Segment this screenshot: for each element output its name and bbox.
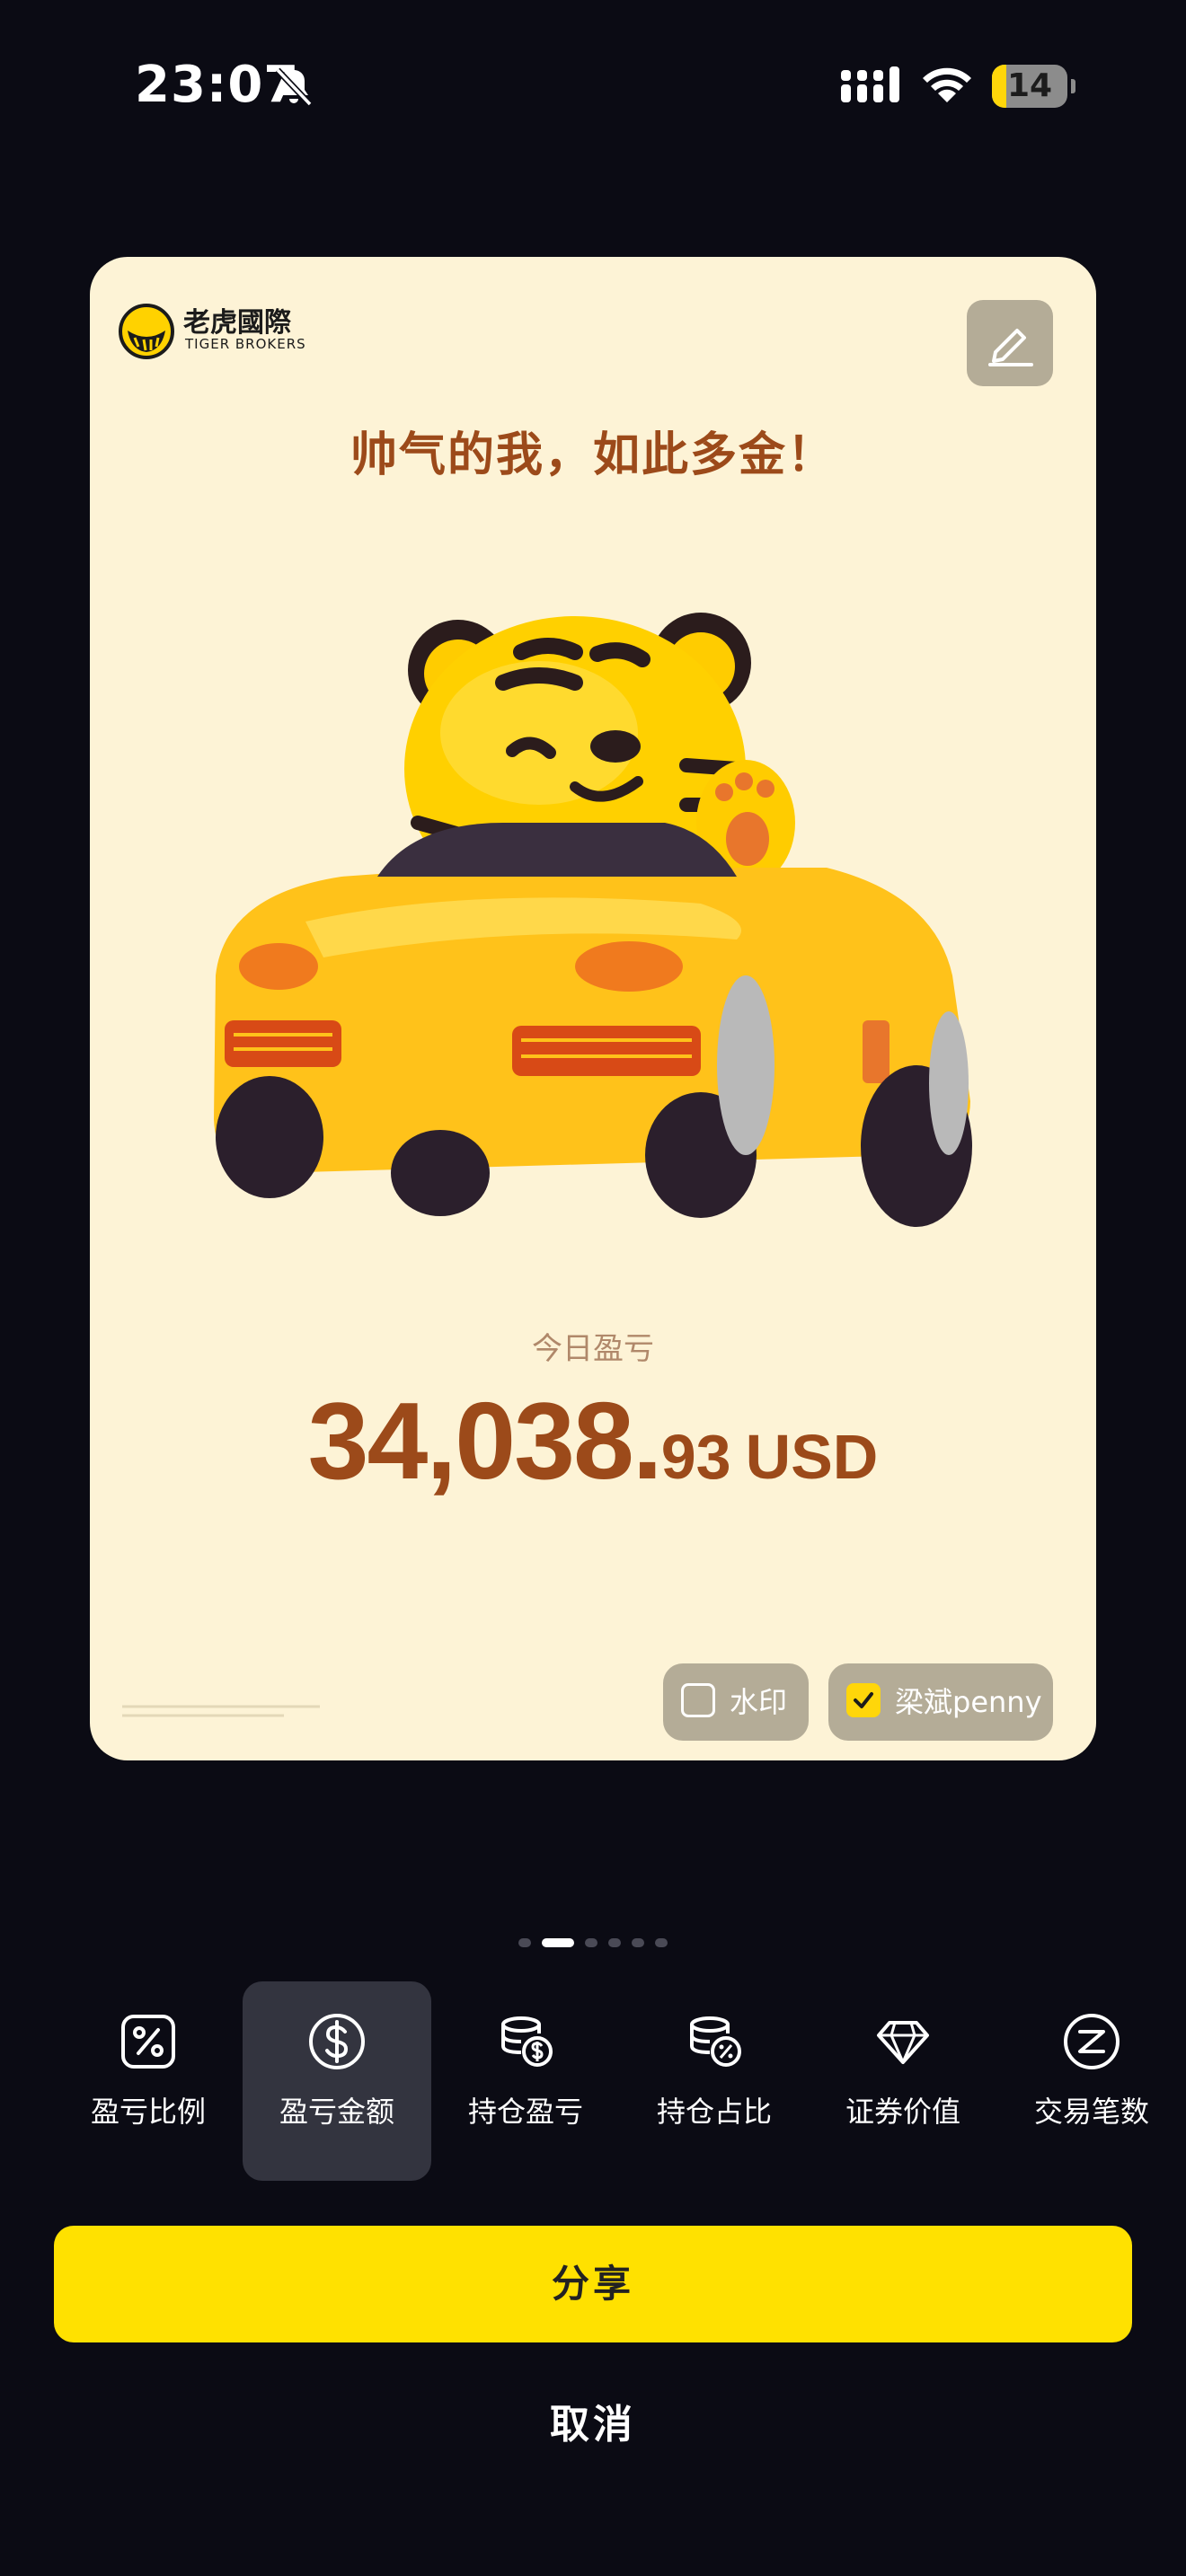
card-headline: 帅气的我，如此多金！: [350, 428, 836, 482]
tab-position-share[interactable]: 持仓占比: [620, 1981, 809, 2181]
tiger-logo-icon: [119, 304, 174, 359]
metric-label: 今日盈亏: [532, 1331, 654, 1367]
checkmark-icon: [854, 1692, 873, 1708]
brand-logo: 老虎國際 TIGER BROKERS: [119, 300, 388, 363]
edit-icon: [988, 329, 1033, 366]
z-circle-icon: [1064, 2014, 1120, 2069]
diamond-icon: [877, 2021, 929, 2064]
page-dot[interactable]: [518, 1937, 531, 1947]
metric-value: 34,038.93 USD: [90, 1378, 1096, 1504]
metric-integer: 34,038.: [307, 1380, 663, 1502]
share-screen: 23:07 14 老虎國際 TIGER BROKERS 帅气的我，如此多金！ 今…: [0, 0, 1186, 2576]
edit-button[interactable]: [967, 300, 1053, 386]
watermark-label: 水印: [730, 1685, 788, 1719]
percent-icon: [121, 2015, 175, 2069]
metric-decimal: 93: [660, 1422, 731, 1492]
decorative-lines: [122, 1705, 320, 1717]
page-dot[interactable]: [655, 1937, 668, 1947]
metric-unit: USD: [745, 1422, 879, 1492]
cancel-button[interactable]: 取消: [413, 2382, 773, 2468]
brand-name: 老虎國際: [183, 307, 291, 339]
signal-icon: [841, 66, 899, 102]
wifi-icon: [923, 67, 971, 102]
tab-position-pnl[interactable]: 持仓盈亏: [431, 1981, 620, 2181]
bell-slash-icon: [275, 67, 313, 107]
category-tabs: 盈亏比例 盈亏金额 持仓盈亏 持仓占比 证券价值 交易笔数: [0, 1981, 1186, 2183]
tab-trade-count[interactable]: 交易笔数: [997, 1981, 1186, 2181]
tiger-car-illustration: [214, 613, 972, 1227]
dollar-icon: [309, 2014, 365, 2069]
page-dot[interactable]: [585, 1937, 597, 1947]
username-toggle[interactable]: 梁斌penny: [828, 1663, 1053, 1741]
battery-icon: 14: [992, 65, 1075, 108]
tab-securities-value[interactable]: 证券价值: [809, 1981, 997, 2181]
username-label: 梁斌penny: [895, 1685, 1042, 1719]
tab-pnl-ratio[interactable]: 盈亏比例: [54, 1981, 243, 2181]
status-bar: 23:07 14: [0, 0, 1186, 171]
tab-label: 交易笔数: [1033, 2095, 1149, 2129]
watermark-toggle[interactable]: 水印: [663, 1663, 809, 1741]
watermark-checkbox[interactable]: [681, 1683, 715, 1717]
username-checkbox[interactable]: [846, 1683, 881, 1717]
tab-pnl-amount[interactable]: 盈亏金额: [243, 1981, 431, 2181]
share-button[interactable]: 分享: [54, 2226, 1132, 2342]
page-indicator: [0, 1933, 1186, 1947]
battery-level: 14: [1006, 67, 1053, 104]
coin-stack-percent-icon: [690, 2016, 741, 2067]
page-dot-active[interactable]: [542, 1937, 574, 1947]
page-dot[interactable]: [632, 1937, 644, 1947]
share-card: 老虎國際 TIGER BROKERS 帅气的我，如此多金！ 今日盈亏 34,03…: [90, 257, 1096, 1760]
page-dot[interactable]: [608, 1937, 621, 1947]
coin-stack-dollar-icon: [501, 2016, 553, 2067]
brand-subtitle: TIGER BROKERS: [185, 336, 306, 352]
